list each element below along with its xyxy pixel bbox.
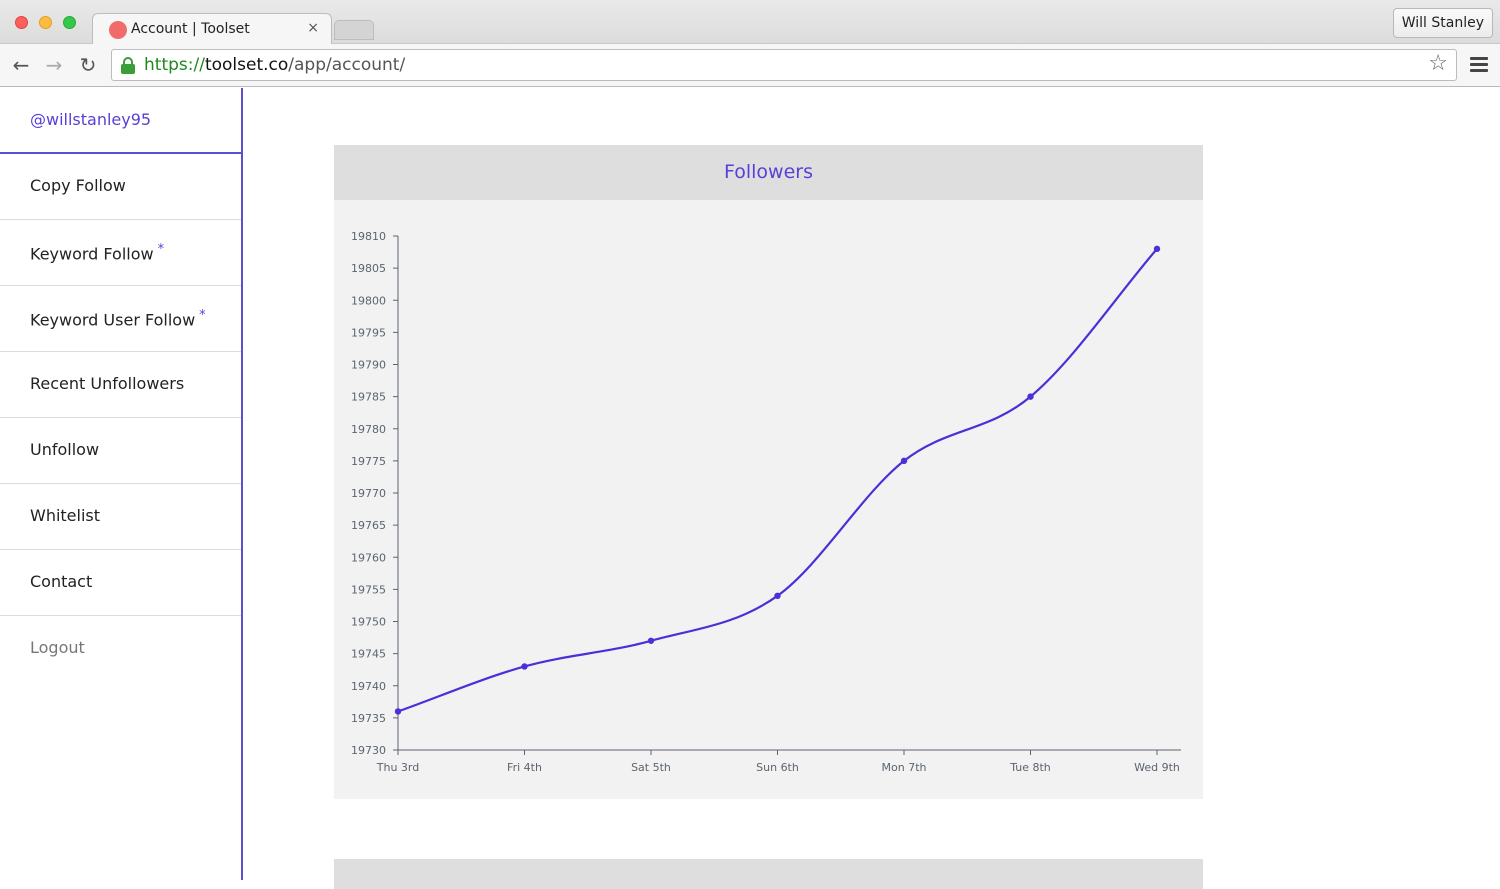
y-tick-label: 19805 xyxy=(351,262,386,275)
data-point xyxy=(1027,393,1034,400)
sidebar-item-label: Unfollow xyxy=(30,440,100,459)
url-text: https://toolset.co/app/account/ xyxy=(144,55,405,75)
sidebar-item-keyword-follow[interactable]: Keyword Follow * xyxy=(0,220,241,286)
sidebar-item-recent-unfollowers[interactable]: Recent Unfollowers xyxy=(0,352,241,418)
sidebar-item-keyword-user-follow[interactable]: Keyword User Follow * xyxy=(0,286,241,352)
y-tick-label: 19780 xyxy=(351,423,386,436)
main-content: Followers 19730 19735 19740 19745 19750 19755… xyxy=(243,88,1500,889)
url-host: toolset.co xyxy=(204,55,289,75)
sidebar-item-contact[interactable]: Contact xyxy=(0,550,241,616)
sidebar-item-logout[interactable]: Logout xyxy=(0,616,241,682)
sidebar-item-whitelist[interactable]: Whitelist xyxy=(0,484,241,550)
sidebar-item-label: Contact xyxy=(30,572,93,591)
y-tick-label: 19745 xyxy=(351,648,386,661)
tab-close-icon[interactable]: × xyxy=(307,20,319,36)
y-tick-label: 19760 xyxy=(351,551,386,564)
sidebar-item-label: Recent Unfollowers xyxy=(30,374,185,393)
x-tick-label: Thu 3rd xyxy=(376,761,419,774)
data-point xyxy=(900,457,908,465)
sidebar-item-unfollow[interactable]: Unfollow xyxy=(0,418,241,484)
y-tick-label: 19750 xyxy=(351,616,386,629)
new-tab-button[interactable] xyxy=(334,20,374,40)
data-point xyxy=(774,592,781,599)
browser-titlebar: Account | Toolset × Will Stanley xyxy=(0,0,1500,45)
followers-line-chart: 19730 19735 19740 19745 19750 19755 19760 19765… xyxy=(351,230,1181,774)
sidebar-item-label: Whitelist xyxy=(30,506,101,525)
data-point xyxy=(521,663,528,670)
sidebar: @willstanley95 Copy Follow Keyword Follo… xyxy=(0,88,243,880)
forward-arrow-icon[interactable]: → xyxy=(42,53,66,77)
favicon-icon xyxy=(109,21,127,39)
y-tick-label: 19735 xyxy=(351,712,386,725)
back-arrow-icon[interactable]: ← xyxy=(9,53,33,77)
y-tick-label: 19775 xyxy=(351,455,386,468)
y-tick-label: 19795 xyxy=(351,326,386,339)
x-tick-label: Tue 8th xyxy=(1009,761,1051,774)
y-tick-label: 19730 xyxy=(351,744,386,757)
chart-card-header: Followers xyxy=(334,145,1203,200)
zoom-window-button[interactable] xyxy=(63,16,76,29)
followers-chart-card: Followers 19730 19735 19740 19745 19750 19755… xyxy=(334,145,1203,799)
y-tick-label: 19740 xyxy=(351,680,386,693)
logout-label: Logout xyxy=(30,638,85,657)
address-bar[interactable]: https://toolset.co/app/account/ ☆ xyxy=(111,49,1457,81)
data-point xyxy=(1153,245,1161,253)
bookmark-star-icon[interactable]: ☆ xyxy=(1428,51,1448,76)
x-tick-label: Mon 7th xyxy=(882,761,927,774)
data-point xyxy=(394,708,402,715)
sidebar-item-label: Keyword User Follow * xyxy=(30,308,206,330)
y-tick-label: 19810 xyxy=(351,230,386,243)
close-window-button[interactable] xyxy=(15,16,28,29)
followers-series-line xyxy=(397,248,1158,713)
x-tick-label: Wed 9th xyxy=(1134,761,1180,774)
premium-star-marker: * xyxy=(157,242,165,257)
sidebar-item-label: Keyword Follow * xyxy=(30,242,165,264)
data-point xyxy=(647,637,655,644)
sidebar-item-label: Copy Follow xyxy=(30,176,126,195)
url-path: /app/account/ xyxy=(288,55,406,75)
chart-title: Followers xyxy=(724,161,813,183)
sidebar-username[interactable]: @willstanley95 xyxy=(0,88,241,154)
minimize-window-button[interactable] xyxy=(39,16,52,29)
username-label[interactable]: @willstanley95 xyxy=(30,110,151,129)
sidebar-item-copy-follow[interactable]: Copy Follow xyxy=(0,154,241,220)
reload-icon[interactable]: ↻ xyxy=(76,53,100,77)
x-tick-label: Sun 6th xyxy=(756,761,799,774)
y-tick-label: 19755 xyxy=(351,583,386,596)
profile-button[interactable]: Will Stanley xyxy=(1392,8,1493,38)
y-tick-label: 19790 xyxy=(351,359,386,372)
premium-star-marker: * xyxy=(199,308,206,323)
y-tick-label: 19800 xyxy=(351,294,386,307)
y-tick-label: 19785 xyxy=(351,391,386,404)
y-tick-label: 19765 xyxy=(351,519,386,532)
browser-toolbar: ← → ↻ https://toolset.co/app/account/ ☆ xyxy=(0,44,1500,87)
tab-title: Account | Toolset xyxy=(131,21,250,37)
y-tick-label: 19770 xyxy=(351,487,386,500)
second-card-header xyxy=(334,859,1203,889)
lock-icon xyxy=(121,57,135,74)
browser-tab[interactable]: Account | Toolset × xyxy=(92,13,332,45)
url-scheme: https:// xyxy=(144,55,205,75)
x-tick-label: Sat 5th xyxy=(631,761,671,774)
x-tick-label: Fri 4th xyxy=(507,761,542,774)
hamburger-menu-icon[interactable] xyxy=(1470,57,1488,73)
